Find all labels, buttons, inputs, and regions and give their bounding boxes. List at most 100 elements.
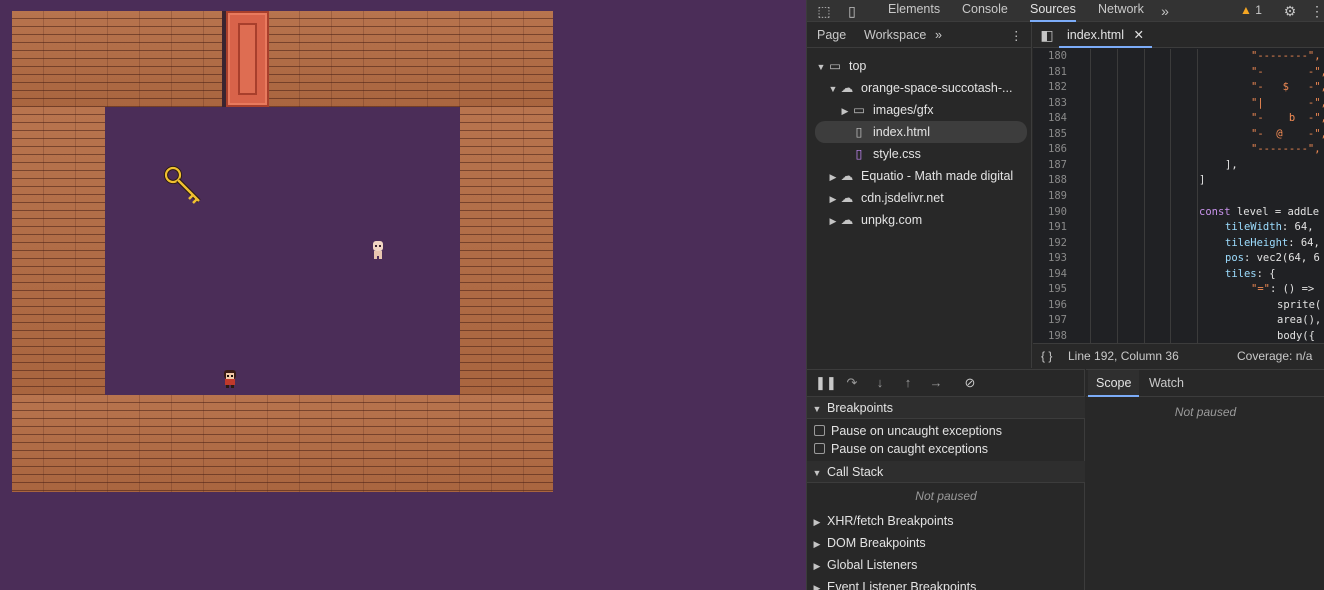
code-line[interactable]: 184 "- b -", — [1033, 111, 1324, 127]
code-line[interactable]: 183 "| -", — [1033, 96, 1324, 112]
breakpoints-section[interactable]: ▼ Breakpoints — [807, 397, 1085, 419]
step-over-icon[interactable]: ↷ — [843, 375, 861, 391]
inspect-element-icon[interactable]: ⬚ — [816, 3, 832, 19]
code-line[interactable]: 191 tileWidth: 64, — [1033, 220, 1324, 236]
screen: ⬚ ▯ Elements Console Sources Network » ▲… — [0, 0, 1324, 590]
step-into-icon[interactable]: ↓ — [871, 375, 889, 391]
code-token: sprite( — [1277, 298, 1322, 311]
tree-item-equatio[interactable]: ▶ ☁ Equatio - Math made digital — [827, 165, 1014, 187]
event-listener-breakpoints-section[interactable]: ▶ Event Listener Breakpoints — [807, 576, 1085, 590]
line-number[interactable]: 193 — [1033, 251, 1071, 267]
code-token: "- -", — [1251, 65, 1324, 78]
line-number[interactable]: 183 — [1033, 96, 1071, 112]
dom-breakpoints-section[interactable]: ▶ DOM Breakpoints — [807, 532, 1085, 554]
line-number[interactable]: 180 — [1033, 49, 1071, 65]
step-out-icon[interactable]: ↑ — [899, 375, 917, 391]
pause-caught-checkbox[interactable]: Pause on caught exceptions — [807, 440, 1085, 458]
warnings-badge[interactable]: ▲ 1 — [1240, 3, 1262, 17]
pause-uncaught-checkbox[interactable]: Pause on uncaught exceptions — [807, 422, 1085, 440]
code-token: : 64, — [1288, 236, 1320, 249]
line-number[interactable]: 195 — [1033, 282, 1071, 298]
line-number[interactable]: 185 — [1033, 127, 1071, 143]
code-line[interactable]: 182 "- $ -", — [1033, 80, 1324, 96]
code-line[interactable]: 180 "--------", — [1033, 49, 1324, 65]
tree-item-top[interactable]: ▼ ▭ top — [815, 55, 867, 77]
device-toolbar-icon[interactable]: ▯ — [844, 3, 860, 19]
settings-gear-icon[interactable]: ⚙ — [1282, 3, 1298, 19]
global-listeners-section[interactable]: ▶ Global Listeners — [807, 554, 1085, 576]
wall-right — [460, 107, 553, 395]
tab-network[interactable]: Network — [1098, 0, 1144, 22]
line-number[interactable]: 181 — [1033, 65, 1071, 81]
tab-sources[interactable]: Sources — [1030, 0, 1076, 22]
deactivate-breakpoints-icon[interactable]: ⊘ — [961, 375, 979, 391]
close-tab-icon[interactable]: ✕ — [1133, 28, 1143, 42]
code-line[interactable]: 193 pos: vec2(64, 6 — [1033, 251, 1324, 267]
line-number[interactable]: 192 — [1033, 236, 1071, 252]
more-options-icon[interactable]: ⋮ — [1309, 3, 1324, 19]
code-line[interactable]: 190 const level = addLe — [1033, 205, 1324, 221]
code-line[interactable]: 196 sprite( — [1033, 298, 1324, 314]
call-stack-section[interactable]: ▼ Call Stack — [807, 461, 1085, 483]
tab-scope[interactable]: Scope — [1088, 370, 1140, 397]
call-stack-status: Not paused — [915, 489, 977, 503]
tree-item-folder[interactable]: ▶ ▭ images/gfx — [839, 99, 934, 121]
code-line[interactable]: 194 tiles: { — [1033, 267, 1324, 283]
game-canvas[interactable] — [0, 0, 806, 590]
tab-elements[interactable]: Elements — [888, 0, 940, 22]
code-line[interactable]: 185 "- @ -", — [1033, 127, 1324, 143]
tree-item-unpkg[interactable]: ▶ ☁ unpkg.com — [827, 209, 923, 231]
more-navigator-tabs-icon[interactable]: » — [935, 28, 942, 42]
line-number[interactable]: 188 — [1033, 173, 1071, 189]
code-token: "- b -", — [1251, 112, 1324, 125]
code-line[interactable]: 189 — [1033, 189, 1324, 205]
pretty-print-icon[interactable]: { } — [1041, 344, 1052, 369]
cloud-icon: ☁ — [840, 213, 854, 227]
line-number[interactable]: 186 — [1033, 142, 1071, 158]
line-number[interactable]: 189 — [1033, 189, 1071, 205]
line-number[interactable]: 184 — [1033, 111, 1071, 127]
line-number[interactable]: 194 — [1033, 267, 1071, 283]
tab-console[interactable]: Console — [962, 0, 1008, 22]
navigator-menu-icon[interactable]: ⋮ — [1010, 28, 1023, 43]
code-line[interactable]: 198 body({ — [1033, 329, 1324, 343]
code-line[interactable]: 187], — [1033, 158, 1324, 174]
line-number[interactable]: 191 — [1033, 220, 1071, 236]
line-number[interactable]: 196 — [1033, 298, 1071, 314]
code-token: tiles — [1225, 267, 1257, 280]
line-number[interactable]: 187 — [1033, 158, 1071, 174]
code-area[interactable]: 180 "--------", 181 "- -", 182 "- $ -", 183 "| … — [1033, 49, 1324, 343]
line-number[interactable]: 197 — [1033, 313, 1071, 329]
more-tabs-icon[interactable]: » — [1157, 3, 1173, 19]
checkbox[interactable] — [814, 425, 825, 436]
tree-item-jsdelivr[interactable]: ▶ ☁ cdn.jsdelivr.net — [827, 187, 944, 209]
tree-item-style-css[interactable]: ▯ style.css — [851, 143, 921, 165]
line-number[interactable]: 198 — [1033, 329, 1071, 343]
code-line[interactable]: 197 area(), — [1033, 313, 1324, 329]
tab-workspace[interactable]: Workspace — [864, 28, 926, 42]
tab-watch[interactable]: Watch — [1141, 370, 1192, 397]
code-token: "--------", — [1251, 50, 1321, 62]
tree-item-origin[interactable]: ▼ ☁ orange-space-succotash-... — [827, 77, 1013, 99]
checkbox[interactable] — [814, 443, 825, 454]
code-text: "- b -", — [1251, 111, 1324, 127]
pause-icon[interactable]: ❚❚ — [815, 375, 837, 391]
collapse-arrow-icon: ▶ — [813, 583, 821, 590]
code-token: ], — [1225, 158, 1238, 171]
collapse-arrow-icon: ▶ — [813, 561, 821, 571]
expand-arrow-icon: ▼ — [828, 84, 838, 94]
code-line[interactable]: 186 "--------", — [1033, 142, 1324, 158]
step-icon[interactable]: → — [927, 375, 945, 391]
tab-page[interactable]: Page — [817, 28, 846, 42]
tab-index-html[interactable]: index.html ✕ — [1059, 23, 1152, 48]
line-number[interactable]: 190 — [1033, 205, 1071, 221]
toggle-navigator-icon[interactable]: ◧ — [1039, 27, 1055, 43]
code-line[interactable]: 195 "=": () => — [1033, 282, 1324, 298]
tree-item-index-html[interactable]: ▯ index.html — [815, 121, 1027, 143]
code-line[interactable]: 181 "- -", — [1033, 65, 1324, 81]
line-number[interactable]: 182 — [1033, 80, 1071, 96]
cloud-icon: ☁ — [840, 191, 854, 205]
code-line[interactable]: 192 tileHeight: 64, — [1033, 236, 1324, 252]
xhr-breakpoints-section[interactable]: ▶ XHR/fetch Breakpoints — [807, 510, 1085, 532]
code-line[interactable]: 188] — [1033, 173, 1324, 189]
